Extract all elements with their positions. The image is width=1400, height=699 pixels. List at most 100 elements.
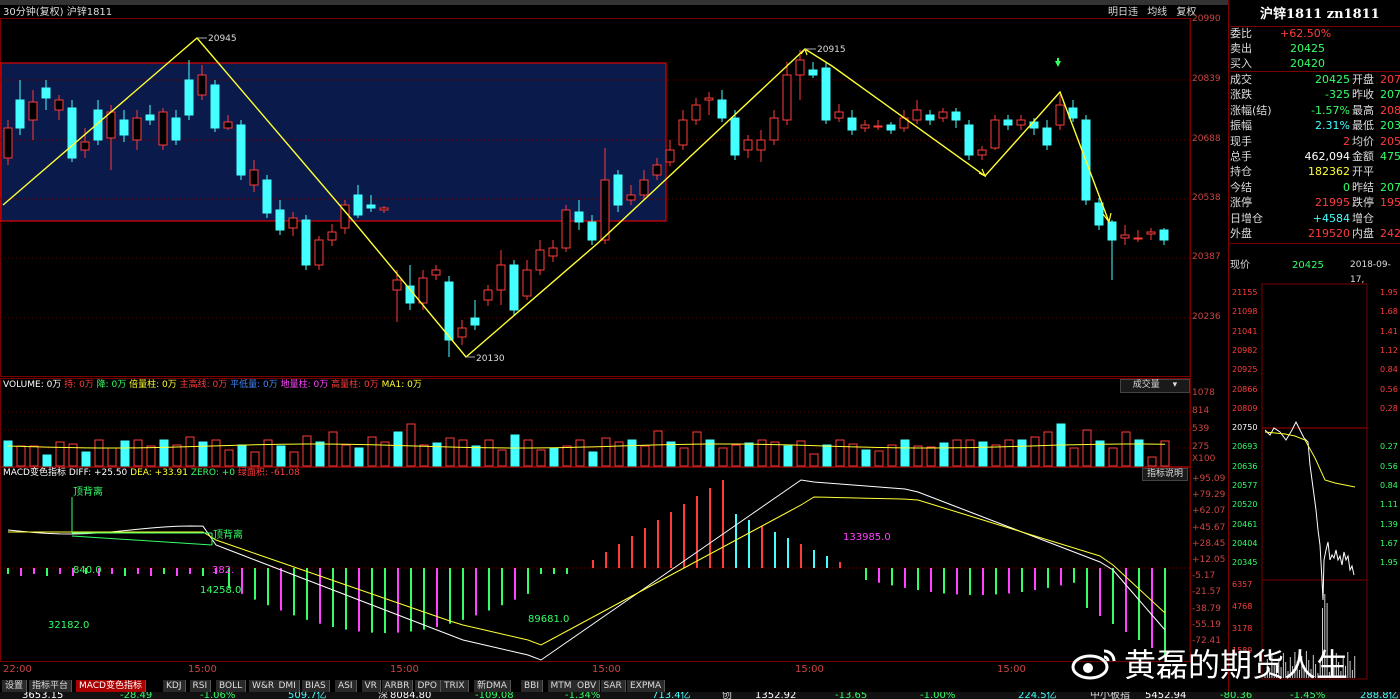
quote-label-2: 最高 — [1352, 103, 1374, 117]
quote-value: 21995 — [1315, 196, 1350, 210]
quote-row: 今结 0 昨结 207 — [1230, 180, 1400, 195]
macd-diff-line — [7, 479, 1166, 661]
macd-annotation-6: 133985.0 — [843, 532, 891, 543]
intraday-axis-left-tick: 20636 — [1232, 461, 1258, 471]
time-axis-tick: 15:00 — [390, 664, 419, 675]
quote-label-2: 增仓 — [1352, 211, 1374, 225]
indicator-tab[interactable]: MTM — [547, 680, 576, 692]
volume-bar — [913, 445, 923, 467]
volume-legend-item: 主高线: 0万 — [179, 380, 231, 390]
indicator-tab[interactable]: BIAS — [302, 680, 330, 692]
indicator-tab[interactable]: KDJ — [163, 680, 186, 692]
volume-axis-tick: 539 — [1192, 424, 1210, 434]
macd-axis-tick: -5.17 — [1192, 571, 1216, 582]
volume-legend-item: 持: 0万 — [64, 380, 97, 390]
indicator-tab[interactable]: VR — [361, 680, 381, 692]
volume-bar — [1121, 431, 1131, 467]
indicator-tab[interactable]: ARBR — [381, 680, 414, 692]
candle-up — [678, 119, 688, 146]
volume-bar — [458, 439, 468, 467]
indicator-tab[interactable]: MACD变色指标 — [76, 680, 146, 692]
indicator-tab[interactable]: DMI — [275, 680, 300, 692]
candle-up — [743, 139, 753, 151]
candle-up — [535, 249, 545, 271]
quote-label-2: 最低 — [1352, 119, 1374, 133]
quote-label-2: 开盘 — [1352, 73, 1374, 86]
quote-label: 振幅 — [1230, 119, 1252, 133]
quote-label: 今结 — [1230, 180, 1252, 194]
indicator-tab[interactable]: W&R — [249, 680, 279, 692]
indicator-tab[interactable]: SAR — [600, 680, 626, 692]
volume-bar — [107, 447, 117, 467]
indicator-tab[interactable]: 设置 — [2, 680, 28, 692]
indicator-tab[interactable]: EXPMA — [627, 680, 666, 692]
indicator-tab[interactable]: BBI — [521, 680, 544, 692]
intraday-axis-left: 21155 21098 21041 20982 20925 20866 20809 20750… — [1230, 280, 1262, 680]
volume-bar — [250, 451, 260, 467]
volume-legend-item: MA1: 0万 — [381, 380, 422, 390]
candle-up — [80, 141, 90, 151]
volume-bar — [406, 423, 416, 467]
volume-bar — [549, 447, 559, 467]
indicator-tab[interactable]: BOLL — [216, 680, 247, 692]
status-item: 深 — [378, 692, 388, 699]
volume-bar — [3, 440, 13, 467]
macd-legend-item: 绿面积: -61.08 — [237, 468, 300, 478]
volume-bar — [276, 445, 286, 467]
indicator-tab[interactable]: RSI — [189, 680, 212, 692]
indicator-tab[interactable]: DPO — [414, 680, 441, 692]
candle-up — [548, 247, 558, 257]
status-item: -1.00% — [920, 692, 956, 699]
intraday-axis-right-tick: 1.41 — [1380, 326, 1398, 336]
volume-selector[interactable]: 成交量 ▾ — [1120, 379, 1190, 393]
volume-bar — [55, 441, 65, 467]
indicator-tab[interactable]: ASI — [335, 680, 357, 692]
volume-bar — [393, 431, 403, 467]
candle-down — [1068, 107, 1078, 119]
candle-up — [639, 179, 649, 196]
volume-bar — [1147, 456, 1157, 467]
volume-bar — [900, 439, 910, 467]
volume-bar — [601, 437, 611, 467]
candle-up — [522, 269, 532, 297]
candle-up — [496, 264, 506, 291]
macd-axis-tick: -55.19 — [1192, 619, 1222, 630]
volume-bar — [328, 431, 338, 467]
price-axis-tick: 20990 — [1192, 14, 1221, 24]
candle-down — [236, 124, 246, 176]
candle-down — [964, 124, 974, 156]
quote-row: 外盘 219520内盘 2425 — [1230, 226, 1400, 241]
indicator-tab[interactable]: 指标平台 — [29, 680, 73, 692]
macd-annotation-4: 32182.0 — [48, 620, 89, 631]
volume-bar — [1043, 431, 1053, 467]
candle-down — [951, 111, 961, 121]
low-label-1: 20130 — [476, 354, 505, 364]
now-price-row: 现价 20425 2018-09-17, — [1230, 258, 1400, 285]
volume-ma-line — [7, 443, 1166, 449]
intraday-axis-left-tick: 20866 — [1232, 384, 1258, 394]
candle-down — [808, 69, 818, 76]
indicator-tab[interactable]: 新DMA — [474, 680, 511, 692]
indicator-explain-button[interactable]: 指标说明 — [1142, 468, 1188, 481]
intraday-axis-left-tick: 20577 — [1232, 481, 1258, 490]
volume-bar — [471, 445, 481, 467]
candle-up — [158, 111, 168, 146]
indicator-tab[interactable]: TRIX — [441, 680, 469, 692]
quote-row: 现手 2 均价 205 — [1230, 134, 1400, 149]
candle-up — [561, 209, 571, 249]
candle-down — [470, 317, 480, 326]
weibo-watermark: 黄磊的期货人生 — [1070, 640, 1348, 686]
quote-value: 0 — [1343, 180, 1350, 194]
volume-bar — [809, 453, 819, 467]
indicator-tab[interactable]: OBV — [574, 680, 601, 692]
status-item: -109.08 — [475, 692, 514, 699]
volume-bar — [653, 430, 663, 467]
candle-down — [509, 264, 519, 311]
candle-down — [67, 107, 77, 159]
intraday-axis-left-tick: 20520 — [1232, 500, 1258, 510]
status-item: 创 — [722, 692, 732, 699]
quote-row: 涨停 21995 跌停 195 — [1230, 195, 1400, 210]
sell-value: 20425 — [1290, 42, 1325, 55]
quote-value-2: 475.5 — [1380, 150, 1400, 163]
quote-label-2: 开平 — [1352, 165, 1374, 179]
